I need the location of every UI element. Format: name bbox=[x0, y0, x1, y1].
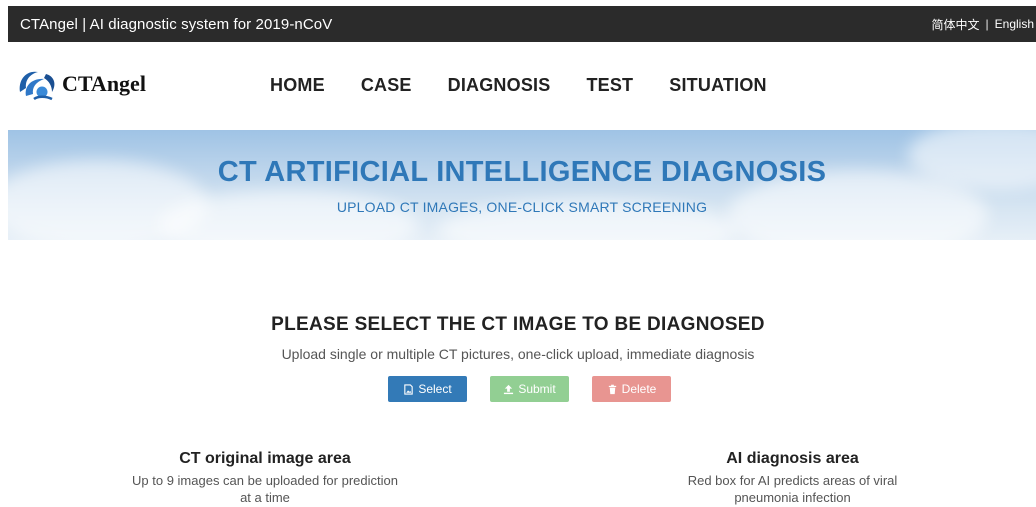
original-area-desc-line1: Up to 9 images can be uploaded for predi… bbox=[132, 473, 398, 488]
trash-icon bbox=[608, 384, 616, 394]
lang-separator: | bbox=[985, 17, 989, 31]
main-navbar: CTAngel HOME CASE DIAGNOSIS TEST SITUATI… bbox=[0, 42, 1036, 130]
select-button[interactable]: Select bbox=[388, 376, 467, 402]
lang-english-link[interactable]: English bbox=[995, 17, 1034, 31]
diagnosis-area-desc-line1: Red box for AI predicts areas of viral bbox=[687, 473, 898, 488]
language-switcher: 简体中文 | English bbox=[932, 16, 1035, 33]
upload-title: PLEASE SELECT THE CT IMAGE TO BE DIAGNOS… bbox=[271, 314, 765, 335]
lang-chinese-link[interactable]: 简体中文 bbox=[932, 16, 980, 33]
delete-button[interactable]: Delete bbox=[592, 376, 671, 402]
brand-name: CTAngel bbox=[62, 71, 146, 96]
submit-button[interactable]: Submit bbox=[490, 376, 569, 402]
select-button-label: Select bbox=[418, 382, 452, 396]
original-image-area: CT original image area Up to 9 images ca… bbox=[115, 450, 415, 506]
nav-case[interactable]: CASE bbox=[361, 75, 412, 96]
upload-icon bbox=[504, 384, 514, 394]
ai-diagnosis-area: AI diagnosis area Red box for AI predict… bbox=[670, 450, 915, 506]
diagnosis-area-title: AI diagnosis area bbox=[726, 450, 859, 467]
nav-situation[interactable]: SITUATION bbox=[669, 75, 766, 96]
upload-description: Upload single or multiple CT pictures, o… bbox=[281, 346, 755, 362]
original-area-desc-line2: at a time bbox=[240, 490, 290, 505]
angel-logo-icon bbox=[19, 71, 55, 101]
image-file-icon bbox=[404, 383, 414, 395]
top-bar: CTAngel | AI diagnostic system for 2019-… bbox=[8, 6, 1036, 42]
original-area-title: CT original image area bbox=[179, 450, 351, 467]
nav-home[interactable]: HOME bbox=[270, 75, 325, 96]
diagnosis-area-desc-line2: pneumonia infection bbox=[734, 490, 851, 505]
hero-banner: CT ARTIFICIAL INTELLIGENCE DIAGNOSIS UPL… bbox=[8, 130, 1036, 240]
nav-diagnosis[interactable]: DIAGNOSIS bbox=[448, 75, 551, 96]
banner-title: CT ARTIFICIAL INTELLIGENCE DIAGNOSIS bbox=[217, 156, 827, 188]
site-title: CTAngel | AI diagnostic system for 2019-… bbox=[20, 15, 333, 33]
delete-button-label: Delete bbox=[621, 382, 657, 396]
banner-subtitle: UPLOAD CT IMAGES, ONE-CLICK SMART SCREEN… bbox=[336, 199, 708, 215]
nav-menu: HOME CASE DIAGNOSIS TEST SITUATION bbox=[270, 75, 803, 96]
submit-button-label: Submit bbox=[518, 382, 556, 396]
nav-test[interactable]: TEST bbox=[586, 75, 633, 96]
logo[interactable]: CTAngel bbox=[16, 66, 146, 102]
